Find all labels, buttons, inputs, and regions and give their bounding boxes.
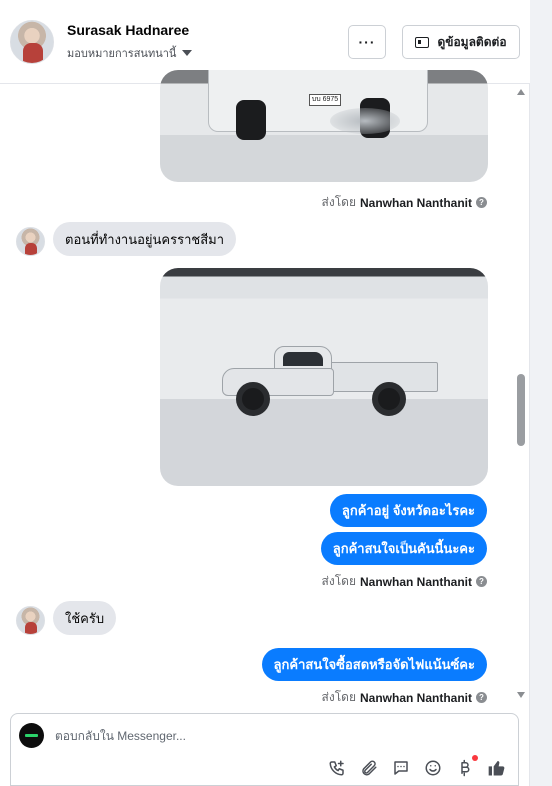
- view-contact-button[interactable]: ดูข้อมูลติดต่อ: [402, 25, 520, 59]
- sender-name: Nanwhan Nanthanit: [359, 195, 472, 210]
- smiley-icon[interactable]: [423, 758, 443, 778]
- assign-label: มอบหมายการสนทนานี้: [67, 48, 177, 60]
- incoming-message[interactable]: ตอนที่ทำงานอยู่นครราชสีมา: [53, 222, 237, 256]
- phone-plus-icon[interactable]: [327, 758, 347, 778]
- exhaust-smoke: [330, 108, 400, 134]
- outgoing-message[interactable]: ลูกค้าอยู่ จังหวัดอะไรคะ: [329, 494, 487, 527]
- sent-by-line: ส่งโดย Nanwhan Nanthanit ?: [322, 572, 487, 591]
- paperclip-icon[interactable]: [359, 758, 379, 778]
- help-icon[interactable]: ?: [476, 692, 487, 703]
- caret-down-icon: [182, 50, 193, 56]
- reply-composer: [10, 713, 519, 786]
- avatar[interactable]: [16, 227, 45, 256]
- truck-illustration: [222, 346, 440, 416]
- conversation-panel: Surasak Hadnaree มอบหมายการสนทนานี้ ··· …: [0, 0, 530, 786]
- contact-name[interactable]: Surasak Hadnaree: [67, 22, 189, 38]
- avatar[interactable]: [10, 20, 54, 64]
- help-icon[interactable]: ?: [476, 576, 487, 587]
- message-scrollbar[interactable]: [514, 86, 528, 702]
- help-icon[interactable]: ?: [476, 197, 487, 208]
- assign-conversation-dropdown[interactable]: มอบหมายการสนทนานี้: [67, 44, 193, 62]
- incoming-message[interactable]: ใช้ครับ: [53, 601, 117, 635]
- scroll-up-arrow-icon[interactable]: [517, 89, 525, 95]
- sent-by-line: ส่งโดย Nanwhan Nanthanit ?: [322, 688, 487, 707]
- side-gutter: [530, 0, 552, 786]
- reply-input[interactable]: [55, 727, 495, 745]
- thumbs-up-icon[interactable]: [487, 758, 507, 778]
- message-image-truck-rear[interactable]: บบ 6975: [160, 70, 488, 182]
- scroll-down-arrow-icon[interactable]: [517, 692, 525, 698]
- contact-card-icon: [415, 36, 430, 48]
- avatar[interactable]: [16, 606, 45, 635]
- message-image-truck-side[interactable]: [160, 268, 488, 486]
- outgoing-message[interactable]: ลูกค้าสนใจเป็นคันนี้นะคะ: [320, 532, 487, 565]
- outgoing-message[interactable]: ลูกค้าสนใจซื้อสดหรือจัดไฟแน้นซ์คะ: [261, 648, 487, 681]
- notification-dot: [472, 755, 478, 761]
- sent-by-prefix: ส่งโดย: [321, 195, 356, 209]
- more-options-button[interactable]: ···: [348, 25, 386, 59]
- sent-by-prefix: ส่งโดย: [321, 574, 356, 588]
- tire-shape: [236, 100, 266, 140]
- license-plate: บบ 6975: [309, 94, 341, 106]
- chat-bubble-icon[interactable]: [391, 758, 411, 778]
- sender-name: Nanwhan Nanthanit: [359, 574, 472, 589]
- sender-name: Nanwhan Nanthanit: [359, 690, 472, 705]
- view-contact-label: ดูข้อมูลติดต่อ: [437, 34, 507, 49]
- scroll-thumb[interactable]: [517, 374, 525, 446]
- baht-icon[interactable]: [455, 755, 478, 778]
- page-logo: [19, 723, 44, 748]
- sent-by-line: ส่งโดย Nanwhan Nanthanit ?: [322, 193, 487, 212]
- sent-by-prefix: ส่งโดย: [321, 690, 356, 704]
